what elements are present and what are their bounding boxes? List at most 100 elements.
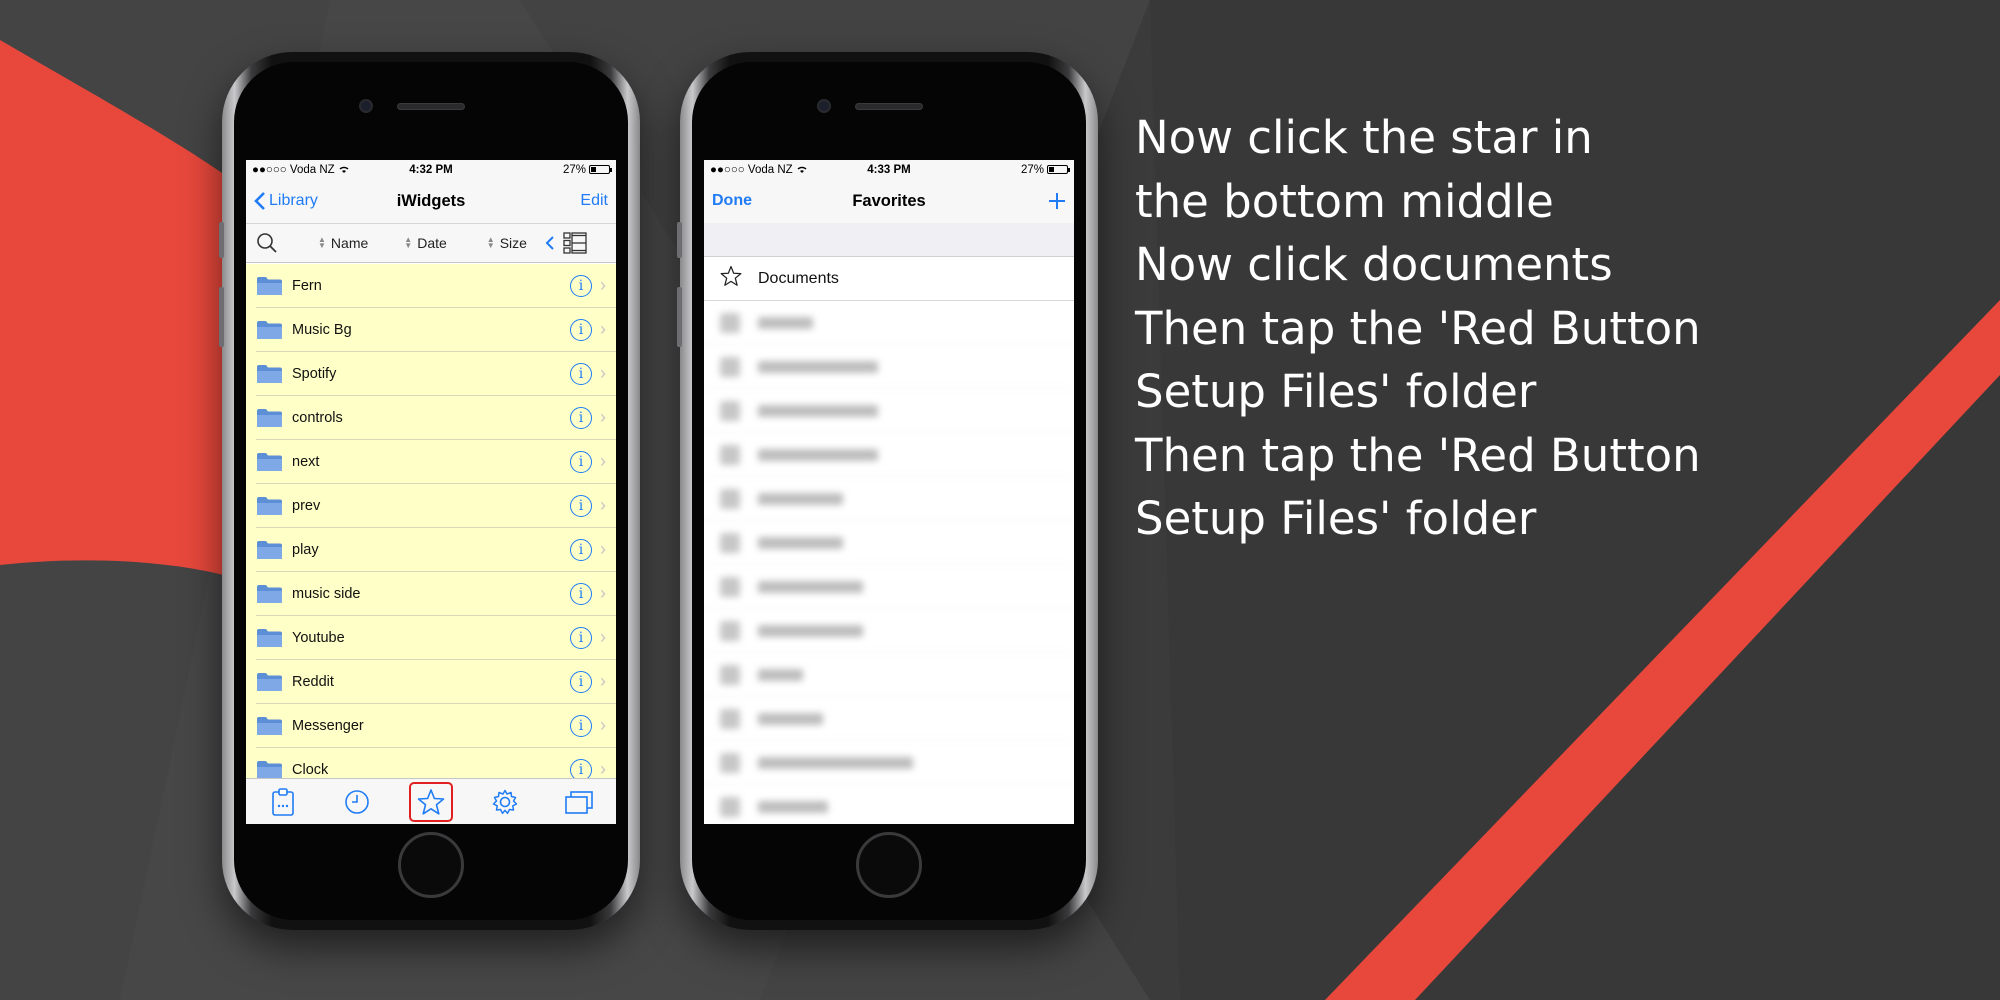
list-item-label: Clock (292, 761, 329, 778)
info-icon[interactable]: i (570, 494, 592, 517)
folder-icon (256, 760, 283, 778)
chevron-right-icon: › (600, 319, 606, 339)
blurred-favorite-item[interactable] (704, 741, 1074, 785)
folder-icon (256, 628, 283, 648)
folder-icon (256, 584, 283, 604)
edit-button[interactable]: Edit (580, 192, 608, 210)
list-item[interactable]: Music Bg i › (256, 308, 616, 352)
clipboard-icon (272, 787, 294, 816)
side-button (219, 287, 224, 347)
battery-level-bar (591, 167, 597, 172)
list-item-label: controls (292, 409, 343, 426)
done-button[interactable]: Done (712, 192, 752, 210)
list-item[interactable]: Fern i › (256, 264, 616, 308)
tab-recents[interactable] (335, 782, 379, 822)
plus-icon (1049, 193, 1065, 209)
blurred-label (758, 404, 878, 417)
blurred-favorite-item[interactable] (704, 433, 1074, 477)
info-icon[interactable]: i (570, 758, 592, 778)
blurred-favorite-item[interactable] (704, 521, 1074, 565)
blurred-icon (720, 708, 740, 729)
list-item[interactable]: Reddit i › (256, 660, 616, 704)
list-item[interactable]: music side i › (256, 572, 616, 616)
sort-by-name[interactable]: ▲ ▼ Name (318, 235, 368, 251)
navigation-bar: Library iWidgets Edit (246, 179, 616, 223)
blurred-favorite-item[interactable] (704, 697, 1074, 741)
add-button[interactable] (1048, 192, 1066, 210)
side-button (677, 222, 682, 258)
info-icon[interactable]: i (570, 274, 592, 297)
tab-clipboard[interactable] (261, 782, 305, 822)
home-button[interactable] (856, 832, 922, 898)
folder-icon (256, 364, 283, 384)
list-item[interactable]: play i › (256, 528, 616, 572)
home-button[interactable] (398, 832, 464, 898)
battery-percent: 27% (562, 163, 586, 176)
sort-by-date[interactable]: ▲ ▼ Date (404, 235, 447, 251)
info-icon[interactable]: i (570, 538, 592, 561)
star-icon (720, 265, 742, 292)
tab-settings[interactable] (483, 782, 527, 822)
carrier-label: ●●○○○ Voda NZ (252, 163, 335, 176)
blurred-favorite-item[interactable] (704, 477, 1074, 521)
back-button[interactable]: Library (254, 191, 318, 211)
list-item-label: play (292, 541, 319, 558)
battery-icon (589, 165, 612, 174)
info-icon[interactable]: i (570, 582, 592, 605)
front-camera (359, 99, 373, 113)
list-item[interactable]: controls i › (256, 396, 616, 440)
list-item[interactable]: prev i › (256, 484, 616, 528)
list-view-icon[interactable] (563, 232, 587, 254)
info-icon[interactable]: i (570, 670, 592, 693)
list-item[interactable]: Clock i › (256, 748, 616, 778)
blurred-favorite-item[interactable] (704, 345, 1074, 389)
right-screen: ●●○○○ Voda NZ 4:33 PM 27% Done Favorites… (704, 160, 1074, 824)
tab-windows[interactable] (557, 782, 601, 822)
info-icon[interactable]: i (570, 318, 592, 341)
page-title: Favorites (852, 191, 926, 210)
side-button (219, 222, 224, 258)
instruction-line: Setup Files' folder (1135, 365, 1537, 418)
blurred-favorite-item[interactable] (704, 785, 1074, 824)
folder-icon (256, 320, 283, 340)
folder-icon (256, 716, 283, 736)
favorite-item[interactable]: Documents (704, 257, 1074, 301)
blurred-favorite-item[interactable] (704, 653, 1074, 697)
blurred-label (758, 316, 813, 329)
list-item[interactable]: next i › (256, 440, 616, 484)
blurred-favorite-item[interactable] (704, 565, 1074, 609)
tab-favorites[interactable] (409, 781, 453, 822)
blurred-icon (720, 752, 740, 773)
info-icon[interactable]: i (570, 626, 592, 649)
list-item-label: Fern (292, 277, 322, 294)
list-item[interactable]: Spotify i › (256, 352, 616, 396)
sort-by-size[interactable]: ▲ ▼ Size (487, 235, 527, 251)
blurred-favorite-item[interactable] (704, 389, 1074, 433)
list-item[interactable]: Youtube i › (256, 616, 616, 660)
front-camera (817, 99, 831, 113)
right-phone: ●●○○○ Voda NZ 4:33 PM 27% Done Favorites… (677, 52, 1098, 930)
blurred-favorite-item[interactable] (704, 609, 1074, 653)
left-screen: ●●○○○ Voda NZ 4:32 PM 27% Library iWidge… (246, 160, 616, 824)
favorite-item-label: Documents (758, 269, 839, 287)
info-icon[interactable]: i (570, 362, 592, 385)
info-icon[interactable]: i (570, 450, 592, 473)
favorites-list: Documents (704, 257, 1074, 301)
sort-arrows-icon: ▲ ▼ (318, 235, 326, 250)
collapse-chevron-icon[interactable] (545, 235, 555, 251)
tab-bar (246, 778, 616, 824)
list-item-label: prev (292, 497, 321, 514)
earpiece-speaker (397, 103, 465, 110)
blurred-favorite-item[interactable] (704, 301, 1074, 345)
status-bar: ●●○○○ Voda NZ 4:32 PM 27% (246, 160, 616, 179)
sort-arrows-icon: ▲ ▼ (486, 235, 495, 250)
list-item[interactable]: Messenger i › (256, 704, 616, 748)
blurred-label (758, 536, 843, 549)
blurred-icon (720, 620, 740, 641)
info-icon[interactable]: i (570, 406, 592, 429)
chevron-right-icon: › (600, 715, 606, 735)
info-icon[interactable]: i (570, 714, 592, 737)
search-icon[interactable] (256, 232, 278, 254)
folder-icon (256, 452, 283, 472)
folder-icon (256, 496, 283, 516)
